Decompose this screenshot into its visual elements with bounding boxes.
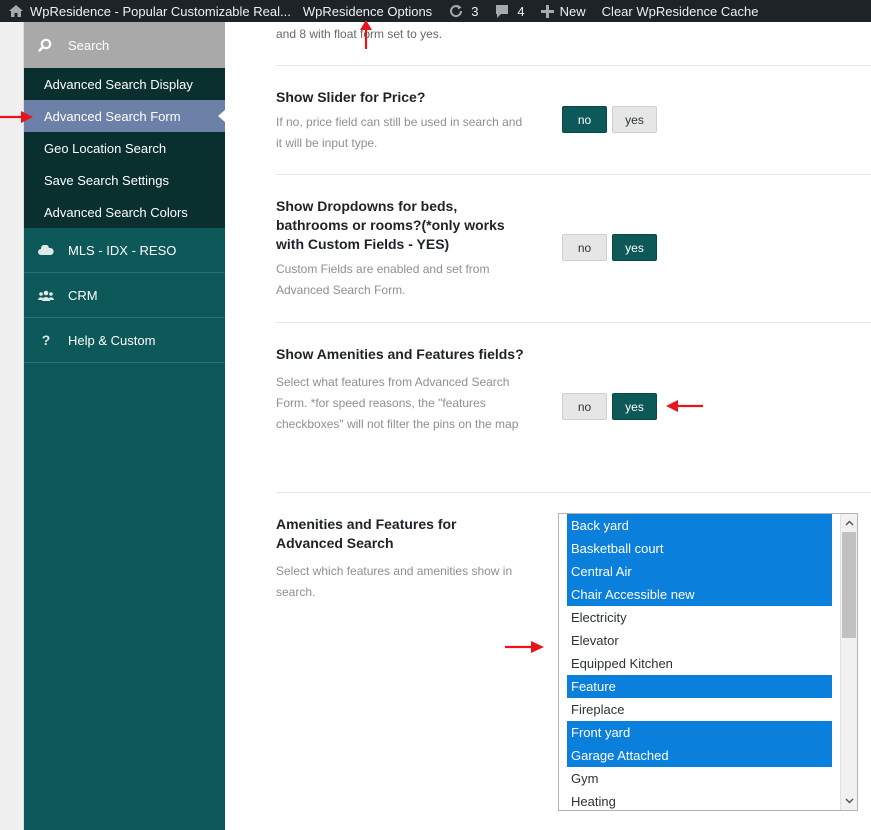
subitem-label: Advanced Search Form [44, 108, 181, 124]
annotation-arrow-right-icon [505, 641, 544, 653]
feature-option[interactable]: Garage Attached [567, 744, 832, 767]
feature-option[interactable]: Chair Accessible new [567, 583, 832, 606]
sidebar-subitem-save-search-settings[interactable]: Save Search Settings [24, 164, 225, 196]
sidebar-item-crm[interactable]: CRM [24, 273, 225, 318]
page-root: WpResidence - Popular Customizable Real.… [0, 0, 871, 830]
options-label: WpResidence Options [302, 3, 433, 19]
scroll-down-arrow-icon[interactable] [841, 793, 857, 809]
sidebar-subitem-advanced-search-form[interactable]: Advanced Search Form [24, 100, 225, 132]
options-content: and 8 with float form set to yes. Show S… [225, 22, 871, 830]
clear-cache-label: Clear WpResidence Cache [601, 3, 759, 19]
scroll-up-arrow-icon[interactable] [841, 515, 857, 531]
question-icon: ? [41, 332, 51, 348]
feature-option[interactable]: Back yard [567, 514, 832, 537]
feature-option[interactable]: Central Air [567, 560, 832, 583]
no-button[interactable]: no [562, 106, 607, 133]
feature-option[interactable]: Gym [567, 767, 832, 790]
feature-option[interactable]: Fireplace [567, 698, 832, 721]
sidebar-subitem-advanced-search-display[interactable]: Advanced Search Display [24, 68, 225, 100]
home-icon [8, 4, 24, 18]
options-sidebar: Search Advanced Search Display Advanced … [24, 22, 225, 830]
clear-cache-link[interactable]: Clear WpResidence Cache [594, 0, 767, 22]
feature-option[interactable]: Heating [567, 790, 832, 810]
yes-button[interactable]: yes [612, 393, 657, 420]
price-slider-toggle: no yes [562, 106, 657, 133]
yes-button[interactable]: yes [612, 234, 657, 261]
comments-count: 4 [517, 3, 525, 19]
option-show-slider-price: Show Slider for Price? If no, price fiel… [276, 65, 871, 174]
sidebar-item-label: MLS - IDX - RESO [68, 242, 177, 258]
site-name: WpResidence - Popular Customizable Real.… [30, 3, 291, 19]
feature-option[interactable]: Feature [567, 675, 832, 698]
feature-option[interactable]: Equipped Kitchen [567, 652, 832, 675]
amenities-toggle: no yes [562, 393, 657, 420]
sidebar-item-label: CRM [68, 287, 98, 303]
option-description: Select what features from Advanced Searc… [276, 375, 519, 431]
new-content-link[interactable]: New [533, 0, 594, 22]
sidebar-subitem-advanced-search-colors[interactable]: Advanced Search Colors [24, 196, 225, 228]
subitem-label: Advanced Search Colors [44, 204, 188, 220]
dropdowns-toggle: no yes [562, 234, 657, 261]
sidebar-item-help-custom[interactable]: ? Help & Custom [24, 318, 225, 363]
option-description: Select which features and amenities show… [276, 564, 513, 599]
site-home-link[interactable]: WpResidence - Popular Customizable Real.… [0, 0, 295, 22]
plus-icon [540, 4, 554, 18]
option-show-amenities: Show Amenities and Features fields? Sele… [276, 322, 871, 492]
updates-count: 3 [471, 3, 479, 19]
updates-link[interactable]: 3 [440, 0, 486, 22]
sidebar-item-label: Search [68, 37, 110, 53]
new-label: New [559, 3, 586, 19]
option-show-dropdowns: Show Dropdowns for beds, bathrooms or ro… [276, 174, 871, 322]
sidebar-item-mls-idx-reso[interactable]: MLS - IDX - RESO [24, 228, 225, 273]
option-title: Show Dropdowns for beds, bathrooms or ro… [276, 198, 505, 252]
scroll-thumb[interactable] [842, 532, 856, 638]
feature-option[interactable]: Basketball court [567, 537, 832, 560]
features-multiselect[interactable]: Back yard Basketball court Central Air Chai… [558, 513, 858, 811]
subitem-label: Geo Location Search [44, 140, 167, 156]
feature-option[interactable]: Front yard [567, 721, 832, 744]
option-title: Show Amenities and Features fields? [276, 346, 524, 362]
comment-icon [494, 4, 510, 19]
option-description: If no, price field can still be used in … [276, 115, 523, 150]
annotation-arrow-up-icon [360, 20, 372, 49]
sidebar-item-label: Help & Custom [68, 332, 156, 348]
no-button[interactable]: no [562, 393, 607, 420]
no-button[interactable]: no [562, 234, 607, 261]
users-icon [38, 290, 54, 301]
admin-menu-edge [0, 22, 24, 830]
list-scrollbar[interactable] [840, 514, 857, 810]
feature-option[interactable]: Elevator [567, 629, 832, 652]
yes-button[interactable]: yes [612, 106, 657, 133]
sidebar-subitem-geo-location-search[interactable]: Geo Location Search [24, 132, 225, 164]
comments-link[interactable]: 4 [486, 0, 532, 22]
subitem-label: Save Search Settings [44, 172, 170, 188]
sidebar-item-search[interactable]: Search [24, 22, 225, 68]
annotation-arrow-right-icon [0, 111, 33, 123]
option-title: Show Slider for Price? [276, 89, 426, 105]
feature-option[interactable]: Electricity [567, 606, 832, 629]
search-submenu: Advanced Search Display Advanced Search … [24, 68, 225, 228]
annotation-arrow-left-icon [666, 400, 703, 412]
features-options: Back yard Basketball court Central Air Chai… [567, 514, 832, 810]
subitem-label: Advanced Search Display [44, 76, 193, 92]
admin-bar: WpResidence - Popular Customizable Real.… [0, 0, 871, 22]
cloud-icon [38, 245, 54, 255]
option-description: Custom Fields are enabled and set from A… [276, 262, 490, 297]
search-icon [38, 38, 52, 52]
option-title: Amenities and Features for Advanced Sear… [276, 516, 457, 551]
refresh-icon [448, 3, 464, 19]
